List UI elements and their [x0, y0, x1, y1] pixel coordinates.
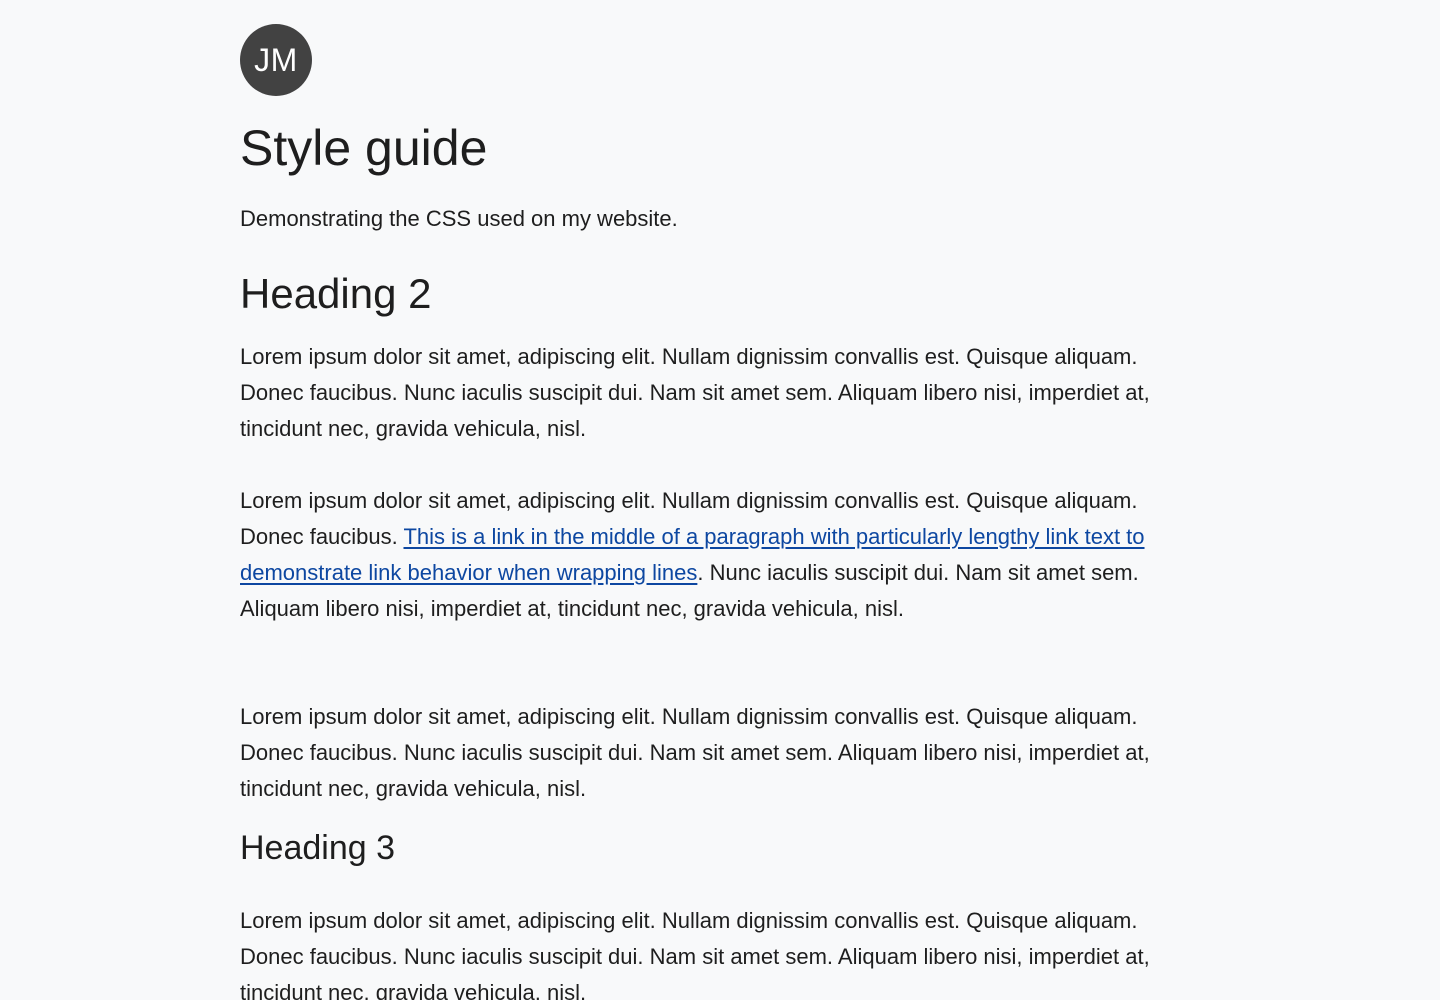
paragraph: Lorem ipsum dolor sit amet, adipiscing e… — [240, 704, 1150, 801]
paragraph-with-link: Lorem ipsum dolor sit amet, adipiscing e… — [240, 483, 1200, 627]
paragraph: Lorem ipsum dolor sit amet, adipiscing e… — [240, 344, 1150, 441]
heading-3: Heading 3 — [240, 829, 396, 867]
page-title: Style guide — [240, 120, 488, 176]
page-subtitle: Demonstrating the CSS used on my website… — [240, 206, 678, 231]
avatar[interactable]: JM — [240, 24, 312, 96]
heading-2: Heading 2 — [240, 270, 432, 317]
paragraph: Lorem ipsum dolor sit amet, adipiscing e… — [240, 908, 1150, 1000]
